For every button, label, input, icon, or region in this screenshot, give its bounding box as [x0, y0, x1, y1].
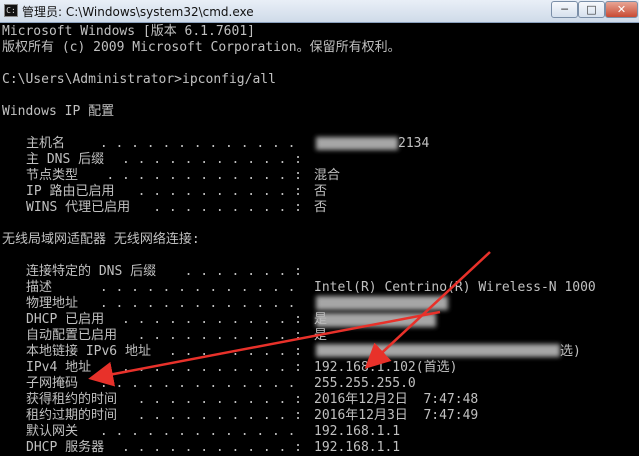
window-title: 管理员: C:\Windows\system32\cmd.exe [22, 5, 254, 19]
window-titlebar[interactable]: C: 管理员: C:\Windows\system32\cmd.exe ─ □ … [0, 0, 639, 23]
annotation-arrows [88, 251, 491, 387]
minimize-button[interactable]: ─ [551, 1, 578, 18]
red-arrow-left [88, 310, 441, 387]
close-button[interactable]: ✕ [605, 1, 638, 18]
cmd-icon: C: [4, 4, 18, 17]
red-arrow-right [364, 251, 491, 369]
maximize-button[interactable]: □ [578, 1, 605, 18]
console-output[interactable]: Microsoft Windows [版本 6.1.7601] 版权所有 (c)… [0, 22, 639, 455]
